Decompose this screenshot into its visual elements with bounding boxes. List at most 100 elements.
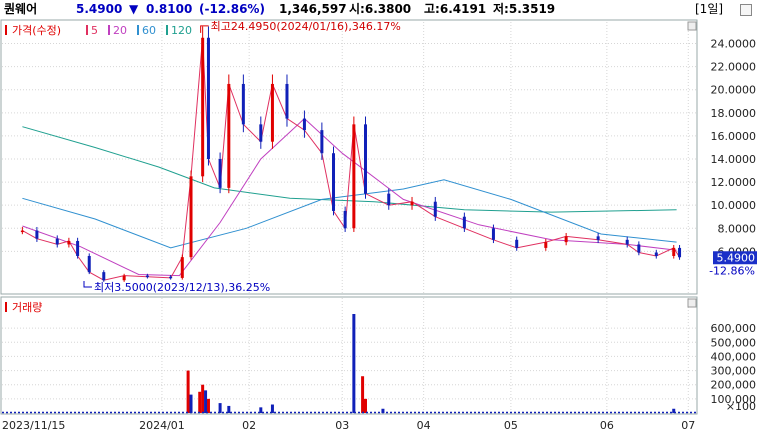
volume-tick-label: 200,000 (711, 379, 757, 392)
legend-ma-swatch (137, 25, 139, 35)
volume-bar (270, 404, 274, 413)
candle-body (218, 159, 222, 188)
legend-ma-swatch (86, 25, 88, 35)
volume-bar (218, 403, 222, 413)
candle-body (515, 239, 519, 248)
x-axis-label: 06 (600, 419, 614, 432)
candle-body (491, 228, 495, 240)
x-axis-label: 02 (242, 419, 256, 432)
candle-body (227, 83, 231, 188)
volume-tick-label: 400,000 (711, 350, 757, 363)
candle-body (637, 244, 641, 253)
volume-tick-label: 500,000 (711, 336, 757, 349)
chart-header: 퀀웨어 5.4900 ▼ 0.8100 (-12.86%) 1,346,597 … (0, 0, 758, 19)
price-tick-label: 14.0000 (711, 153, 757, 166)
high-price: 고:6.4191 (424, 2, 487, 16)
legend-price-label: 가격(수정) (12, 24, 61, 37)
low-price: 저:5.3519 (493, 2, 556, 16)
price-tick-label: 12.0000 (711, 176, 757, 189)
candle-body (201, 37, 205, 177)
stock-name[interactable]: 퀀웨어 (4, 0, 37, 19)
x-axis-label: 04 (417, 419, 431, 432)
candle-body (363, 124, 367, 194)
price-tick-label: 22.0000 (711, 61, 757, 74)
candle-body (87, 255, 91, 273)
volume-bar (198, 391, 202, 413)
down-arrow-icon: ▼ (129, 2, 139, 16)
legend-price-swatch (5, 25, 7, 35)
candle-body (625, 239, 629, 245)
volume-bar (352, 314, 356, 413)
volume-bar (204, 390, 208, 413)
candle-body (320, 130, 324, 154)
current-price-label: 5.4900 (717, 251, 756, 264)
low-marker-arrow (83, 281, 92, 288)
volume-bar (363, 398, 367, 413)
candle-body (270, 83, 274, 142)
volume-bar (201, 384, 205, 413)
candle-body (410, 201, 414, 206)
legend-ma-label: 5 (91, 24, 98, 37)
candle-body (544, 242, 548, 248)
candle-body (206, 37, 210, 159)
candle-body (352, 124, 356, 229)
price-tick-label: 16.0000 (711, 130, 757, 143)
legend-ma-label: 60 (142, 24, 156, 37)
candle-body (678, 247, 682, 258)
volume-bar (186, 370, 190, 413)
window-control-button[interactable] (740, 4, 752, 16)
candle-body (387, 193, 391, 206)
volume-bar (361, 376, 365, 413)
legend-ma-swatch (108, 25, 110, 35)
stock-chart-window: 퀀웨어 5.4900 ▼ 0.8100 (-12.86%) 1,346,597 … (0, 0, 758, 434)
candle-body (67, 240, 71, 245)
candle-body (332, 153, 336, 211)
candle-body (189, 176, 193, 258)
candle-body (596, 236, 600, 240)
current-change-label: -12.86% (709, 264, 755, 277)
period-button[interactable]: [1일] (695, 0, 723, 19)
legend-ma-label: 20 (113, 24, 127, 37)
panel-resize-handle (687, 21, 697, 31)
x-axis-label: 2023/11/15 (2, 419, 65, 432)
volume-panel-frame (0, 296, 698, 415)
legend-volume-label: 거래량 (12, 301, 42, 314)
x-axis-label: 2024/01 (139, 419, 185, 432)
legend-volume-swatch (5, 302, 7, 312)
legend-ma-label: 120 (171, 24, 192, 37)
high-marker-arrow (200, 25, 209, 33)
candle-body (672, 247, 676, 256)
candle-body (169, 276, 173, 279)
x-axis-label: 03 (335, 419, 349, 432)
candle-body (55, 238, 59, 245)
volume-unit-label: ×100 (726, 400, 756, 413)
volume-bar (189, 394, 193, 413)
candle-body (180, 257, 184, 278)
candle-body (285, 83, 289, 119)
candle-body (259, 124, 263, 142)
candle-body (654, 252, 658, 256)
price-tick-label: 24.0000 (711, 38, 757, 51)
ma120-line (22, 126, 677, 213)
ma20-line (22, 117, 677, 277)
legend-ma-swatch (166, 25, 168, 35)
price-tick-label: 10.0000 (711, 199, 757, 212)
candle-body (343, 210, 347, 229)
chart-area[interactable]: 24.0000 22.0000 20.0000 18.0000 16.0000 14.00… (0, 19, 758, 434)
price-tick-label: 20.0000 (711, 84, 757, 97)
price-tick-label: 18.0000 (711, 107, 757, 120)
panel-resize-handle (687, 298, 697, 308)
candle-body (564, 236, 568, 243)
x-axis-label: 07 (681, 419, 695, 432)
high-annotation: 최고24.4950(2024/01/16),346.17% (211, 20, 401, 33)
candle-body (145, 275, 149, 278)
open-price: 시:6.3800 (349, 2, 412, 16)
volume-tick-label: 600,000 (711, 322, 757, 335)
candle-body (35, 230, 39, 239)
candle-body (302, 118, 306, 131)
candle-body (433, 201, 437, 217)
price-change: 0.8100 (146, 2, 193, 16)
x-axis-label: 05 (504, 419, 518, 432)
candle-body (462, 216, 466, 229)
trade-volume: 1,346,597 (279, 2, 347, 16)
